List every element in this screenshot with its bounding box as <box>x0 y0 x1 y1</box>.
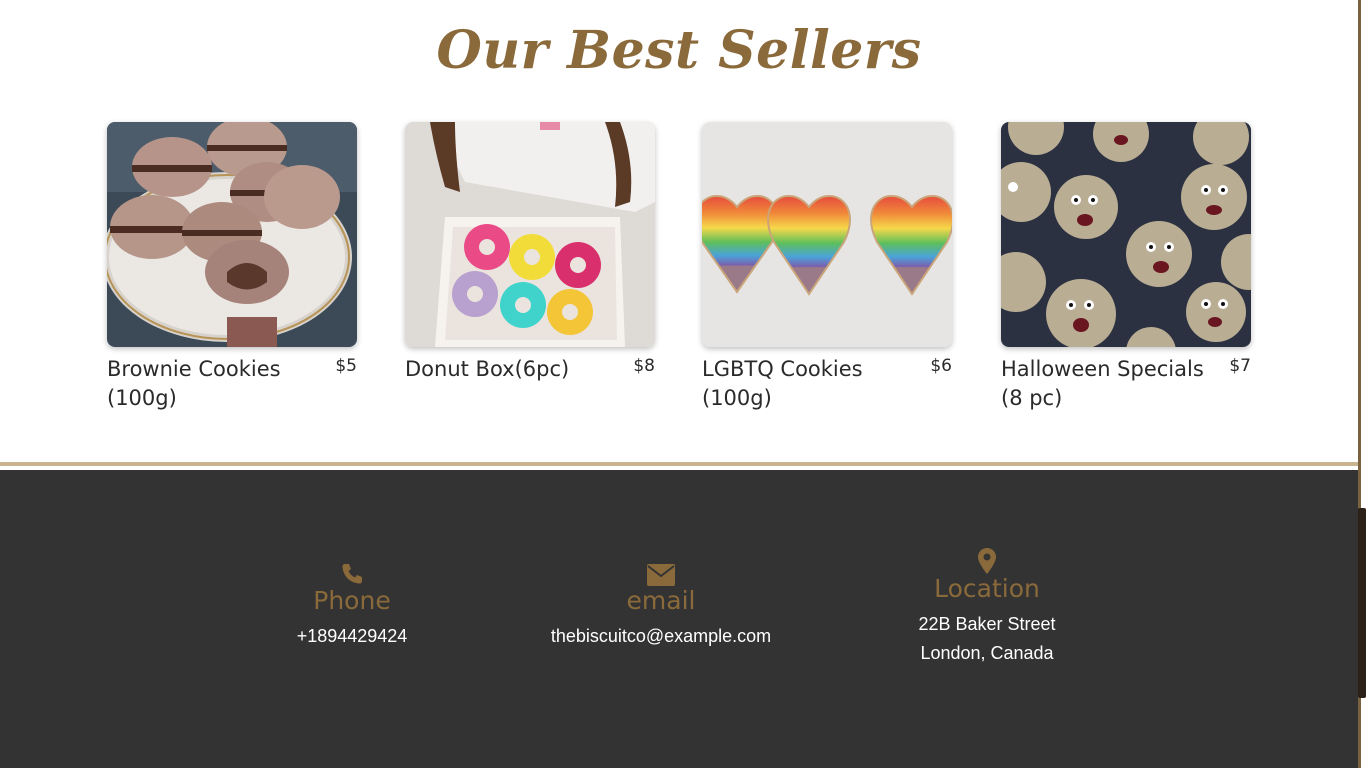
envelope-icon <box>647 564 675 586</box>
product-card[interactable]: LGBTQ Cookies (100g) $6 <box>702 122 952 413</box>
product-image[interactable] <box>107 122 357 347</box>
address-line-2: London, Canada <box>920 643 1054 663</box>
product-image[interactable] <box>1001 122 1251 347</box>
location-title: Location <box>934 574 1040 603</box>
footer-contact-phone: Phone +1894429424 <box>252 562 452 651</box>
product-name: Brownie Cookies (100g) <box>107 357 281 410</box>
phone-icon <box>340 562 364 586</box>
footer: Phone +1894429424 email thebiscuitco@exa… <box>0 470 1358 768</box>
product-image[interactable] <box>702 122 952 347</box>
email-title: email <box>626 586 696 615</box>
scrollbar-thumb[interactable] <box>1358 508 1366 698</box>
product-price: $8 <box>633 356 655 376</box>
product-name: Donut Box(6pc) <box>405 357 570 381</box>
product-price: $6 <box>930 356 952 376</box>
location-address: 22B Baker Street London, Canada <box>887 610 1087 668</box>
email-link[interactable]: thebiscuitco@example.com <box>511 622 811 651</box>
section-title: Our Best Sellers <box>436 20 922 81</box>
footer-contact-email: email thebiscuitco@example.com <box>511 564 811 651</box>
product-price: $7 <box>1229 356 1251 376</box>
best-sellers-section: Our Best Sellers Brownie Cookies (100g) … <box>0 0 1358 463</box>
map-pin-icon <box>978 548 996 574</box>
address-line-1: 22B Baker Street <box>918 614 1056 634</box>
phone-link[interactable]: +1894429424 <box>252 622 452 651</box>
product-card[interactable]: Brownie Cookies (100g) $5 <box>107 122 357 413</box>
footer-contact-location: Location 22B Baker Street London, Canada <box>887 548 1087 668</box>
product-card[interactable]: Halloween Specials (8 pc) $7 <box>1001 122 1251 413</box>
phone-title: Phone <box>313 586 391 615</box>
product-card[interactable]: Donut Box(6pc) $8 <box>405 122 655 384</box>
product-name: LGBTQ Cookies (100g) <box>702 357 863 410</box>
product-image[interactable] <box>405 122 655 347</box>
product-name: Halloween Specials (8 pc) <box>1001 357 1204 410</box>
product-price: $5 <box>335 356 357 376</box>
